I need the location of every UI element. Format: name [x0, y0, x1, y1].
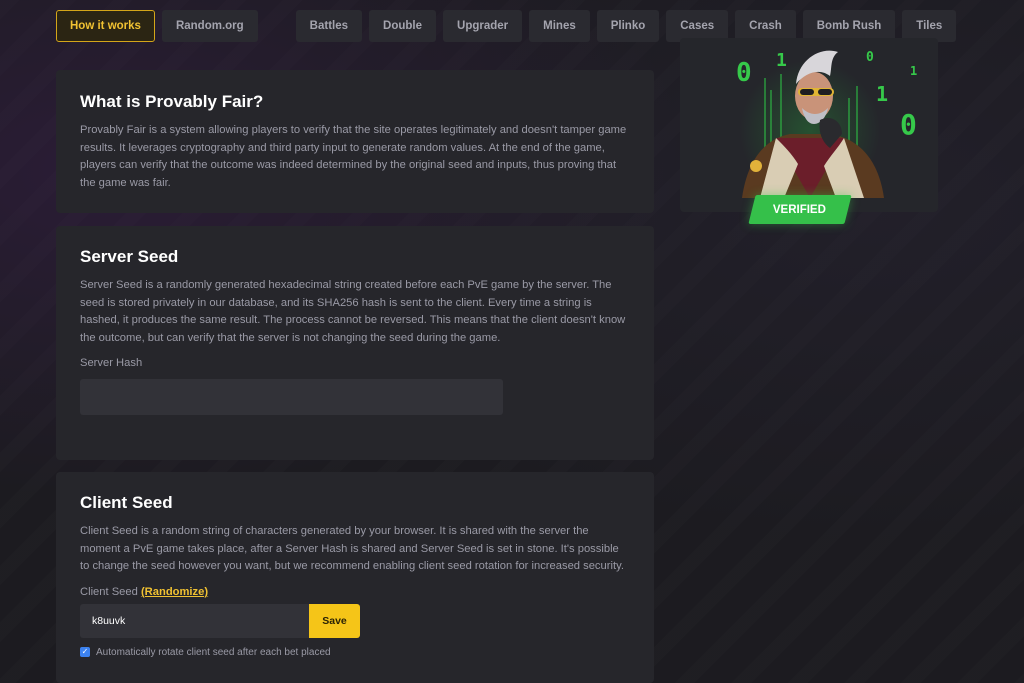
client-seed-label-row: Client Seed (Randomize): [80, 586, 630, 598]
provably-fair-description: Provably Fair is a system allowing playe…: [80, 124, 627, 189]
tab-double[interactable]: Double: [369, 10, 437, 42]
client-seed-label: Client Seed: [80, 585, 138, 598]
tab-plinko[interactable]: Plinko: [596, 10, 660, 42]
client-seed-description: Client Seed is a random string of charac…: [80, 525, 624, 573]
client-seed-title: Client Seed: [80, 493, 173, 512]
provably-fair-title: What is Provably Fair?: [80, 92, 264, 111]
server-hash-label: Server Hash: [80, 357, 143, 370]
auto-rotate-checkbox[interactable]: ✓: [80, 647, 90, 658]
client-seed-card: Client Seed Client Seed is a random stri…: [56, 472, 654, 683]
tab-random-org[interactable]: Random.org: [161, 10, 258, 42]
client-seed-input[interactable]: k8uuvk: [80, 603, 311, 638]
provably-fair-card: What is Provably Fair? Provably Fair is …: [56, 70, 654, 213]
save-button[interactable]: Save: [309, 603, 360, 638]
server-seed-description: Server Seed is a randomly generated hexa…: [80, 279, 626, 344]
tab-mines[interactable]: Mines: [529, 10, 590, 42]
tab-battles[interactable]: Battles: [295, 10, 363, 42]
server-hash-field[interactable]: [80, 379, 503, 416]
auto-rotate-row: ✓ Automatically rotate client seed after…: [80, 647, 630, 658]
server-seed-title: Server Seed: [80, 247, 179, 266]
client-seed-input-row: k8uuvk Save: [80, 603, 360, 638]
tab-upgrader[interactable]: Upgrader: [443, 10, 523, 42]
tab-how-it-works[interactable]: How it works: [56, 10, 155, 42]
verified-badge: VERIFIED: [748, 195, 852, 224]
verified-badge-label: VERIFIED: [773, 203, 827, 216]
character-illustration: [742, 50, 884, 198]
auto-rotate-label: Automatically rotate client seed after e…: [96, 646, 331, 658]
server-seed-card: Server Seed Server Seed is a randomly ge…: [56, 226, 654, 460]
verified-hero-panel: 0 1 0 1 1 0: [680, 38, 938, 212]
randomize-link[interactable]: (Randomize): [141, 586, 208, 598]
